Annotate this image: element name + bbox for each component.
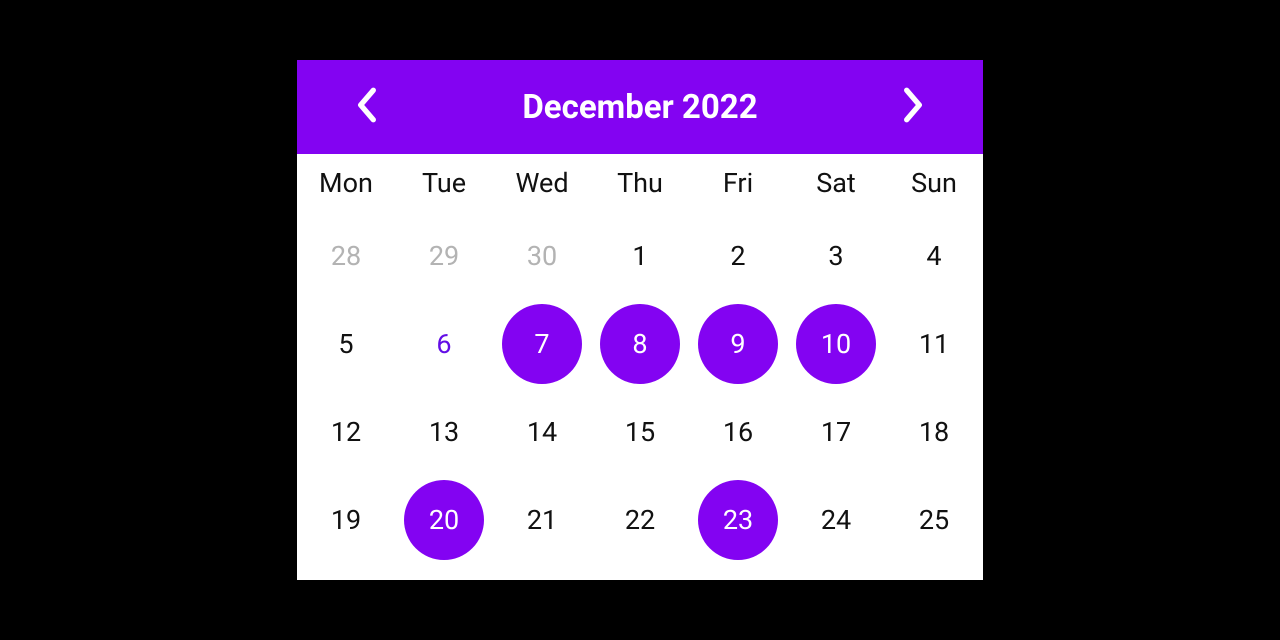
calendar-day[interactable]: 5 xyxy=(306,304,386,384)
calendar-cell: 6 xyxy=(395,304,493,384)
calendar-day[interactable]: 22 xyxy=(600,480,680,560)
calendar-day[interactable]: 24 xyxy=(796,480,876,560)
calendar-day[interactable]: 7 xyxy=(502,304,582,384)
calendar-day[interactable]: 19 xyxy=(306,480,386,560)
calendar-day[interactable]: 3 xyxy=(796,216,876,296)
calendar-row: 12131415161718 xyxy=(297,388,983,476)
weekday-header-row: Mon Tue Wed Thu Fri Sat Sun xyxy=(297,154,983,212)
calendar-day[interactable]: 29 xyxy=(404,216,484,296)
calendar-cell: 22 xyxy=(591,480,689,560)
chevron-right-icon xyxy=(900,86,926,128)
weekday-label: Sun xyxy=(885,167,983,199)
calendar-cell: 11 xyxy=(885,304,983,384)
calendar-grid: 2829301234567891011121314151617181920212… xyxy=(297,212,983,564)
calendar-cell: 16 xyxy=(689,392,787,472)
calendar-day[interactable]: 30 xyxy=(502,216,582,296)
calendar-header: December 2022 xyxy=(297,60,983,154)
calendar-day[interactable]: 28 xyxy=(306,216,386,296)
calendar-row: 19202122232425 xyxy=(297,476,983,564)
calendar-cell: 29 xyxy=(395,216,493,296)
calendar-cell: 2 xyxy=(689,216,787,296)
calendar-cell: 23 xyxy=(689,480,787,560)
weekday-label: Tue xyxy=(395,167,493,199)
weekday-label: Thu xyxy=(591,167,689,199)
calendar-cell: 7 xyxy=(493,304,591,384)
calendar-row: 2829301234 xyxy=(297,212,983,300)
calendar-cell: 8 xyxy=(591,304,689,384)
calendar-day[interactable]: 4 xyxy=(894,216,974,296)
calendar-day[interactable]: 25 xyxy=(894,480,974,560)
calendar-day[interactable]: 23 xyxy=(698,480,778,560)
calendar-cell: 1 xyxy=(591,216,689,296)
calendar-cell: 24 xyxy=(787,480,885,560)
calendar-day[interactable]: 16 xyxy=(698,392,778,472)
calendar-cell: 12 xyxy=(297,392,395,472)
calendar-day[interactable]: 18 xyxy=(894,392,974,472)
calendar-cell: 17 xyxy=(787,392,885,472)
calendar-day[interactable]: 10 xyxy=(796,304,876,384)
calendar: December 2022 Mon Tue Wed Thu Fri Sat Su… xyxy=(297,60,983,580)
calendar-cell: 4 xyxy=(885,216,983,296)
weekday-label: Sat xyxy=(787,167,885,199)
calendar-day[interactable]: 13 xyxy=(404,392,484,472)
calendar-day[interactable]: 11 xyxy=(894,304,974,384)
prev-month-button[interactable] xyxy=(347,87,387,127)
calendar-cell: 13 xyxy=(395,392,493,472)
calendar-day[interactable]: 9 xyxy=(698,304,778,384)
calendar-day[interactable]: 12 xyxy=(306,392,386,472)
calendar-day[interactable]: 21 xyxy=(502,480,582,560)
calendar-cell: 18 xyxy=(885,392,983,472)
calendar-cell: 28 xyxy=(297,216,395,296)
calendar-cell: 14 xyxy=(493,392,591,472)
calendar-cell: 10 xyxy=(787,304,885,384)
calendar-title: December 2022 xyxy=(522,88,757,127)
weekday-label: Mon xyxy=(297,167,395,199)
calendar-day[interactable]: 20 xyxy=(404,480,484,560)
calendar-day[interactable]: 8 xyxy=(600,304,680,384)
calendar-day[interactable]: 14 xyxy=(502,392,582,472)
calendar-day[interactable]: 1 xyxy=(600,216,680,296)
calendar-day[interactable]: 15 xyxy=(600,392,680,472)
calendar-day[interactable]: 6 xyxy=(404,304,484,384)
calendar-cell: 21 xyxy=(493,480,591,560)
calendar-cell: 20 xyxy=(395,480,493,560)
calendar-cell: 3 xyxy=(787,216,885,296)
calendar-day[interactable]: 17 xyxy=(796,392,876,472)
calendar-cell: 9 xyxy=(689,304,787,384)
calendar-cell: 30 xyxy=(493,216,591,296)
calendar-cell: 5 xyxy=(297,304,395,384)
weekday-label: Fri xyxy=(689,167,787,199)
calendar-cell: 15 xyxy=(591,392,689,472)
calendar-day[interactable]: 2 xyxy=(698,216,778,296)
calendar-cell: 25 xyxy=(885,480,983,560)
calendar-cell: 19 xyxy=(297,480,395,560)
chevron-left-icon xyxy=(354,86,380,128)
next-month-button[interactable] xyxy=(893,87,933,127)
weekday-label: Wed xyxy=(493,167,591,199)
calendar-row: 567891011 xyxy=(297,300,983,388)
